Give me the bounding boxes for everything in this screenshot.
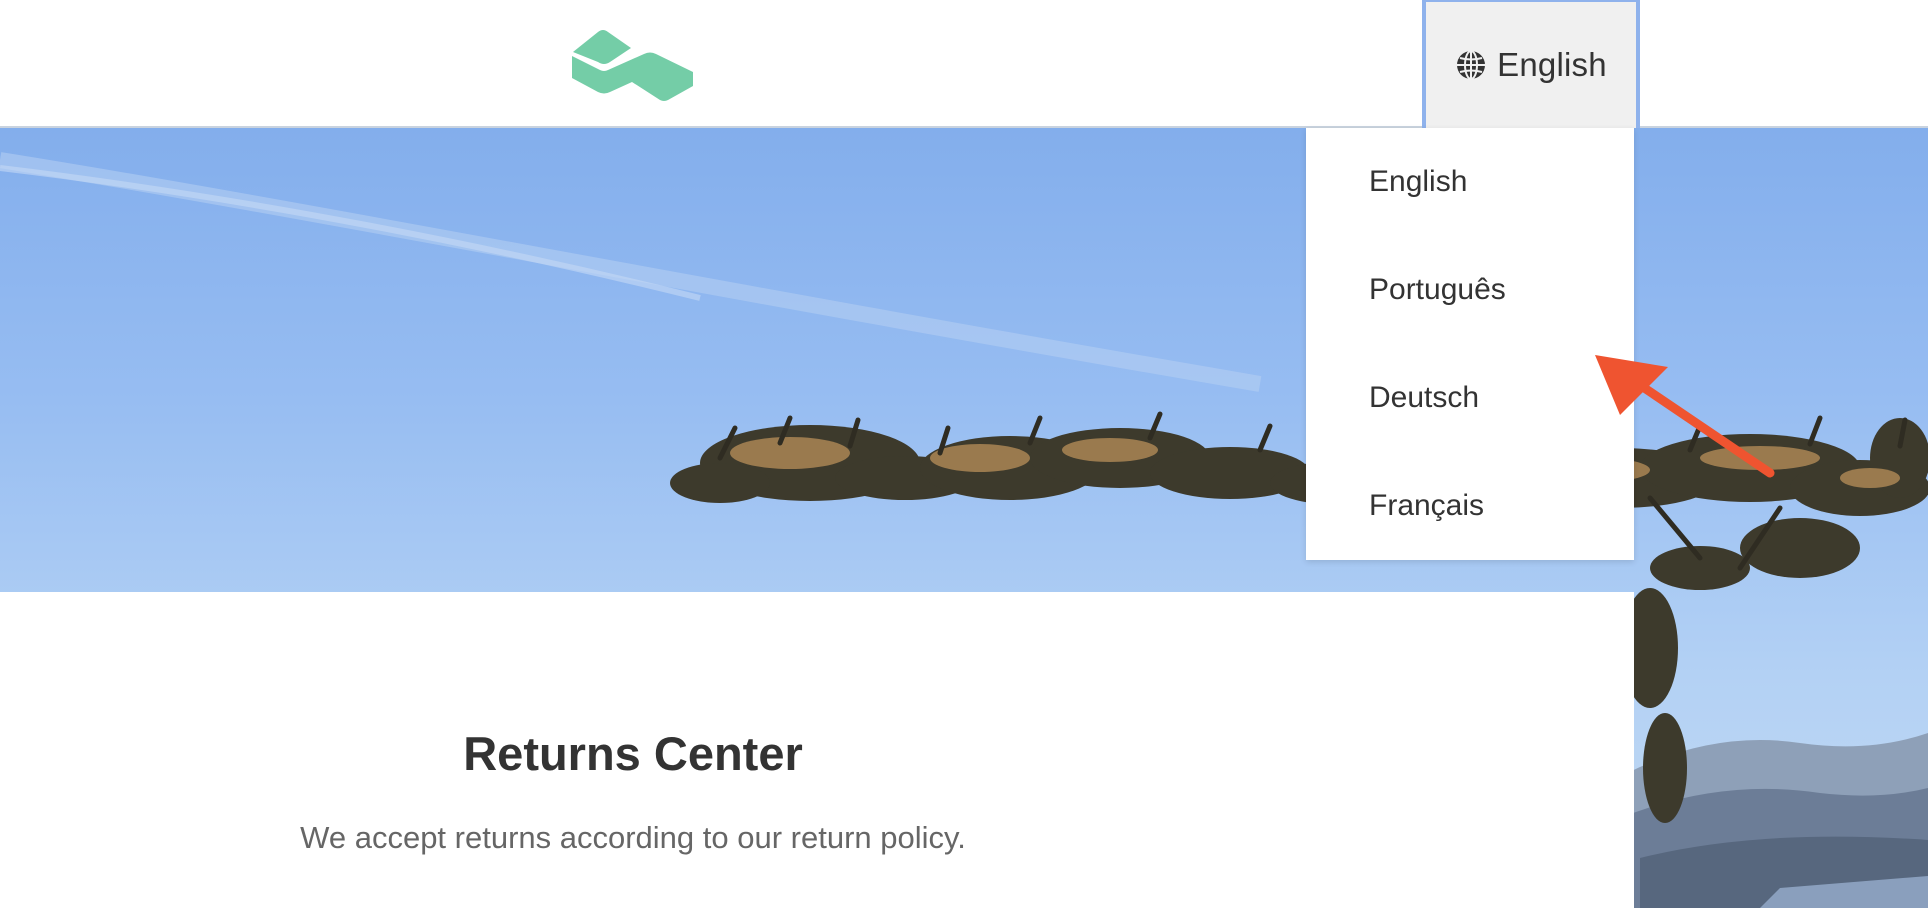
annotation-arrow-icon	[1580, 345, 1780, 480]
language-selector-button[interactable]: English	[1422, 0, 1640, 128]
language-option-portugues[interactable]: Português	[1369, 273, 1506, 307]
language-option-francais[interactable]: Français	[1369, 489, 1484, 523]
language-option-deutsch[interactable]: Deutsch	[1369, 381, 1479, 415]
brand-logo[interactable]	[570, 26, 696, 104]
returns-content-card: Returns Center We accept returns accordi…	[0, 592, 1634, 908]
site-header: English	[0, 0, 1928, 128]
language-option-english[interactable]: English	[1369, 165, 1467, 199]
language-dropdown-menu: English Português Deutsch Français	[1306, 128, 1634, 560]
globe-icon	[1455, 49, 1487, 81]
language-button-label: English	[1497, 46, 1607, 83]
page-title: Returns Center	[463, 727, 803, 780]
page-subtitle: We accept returns according to our retur…	[300, 820, 966, 855]
